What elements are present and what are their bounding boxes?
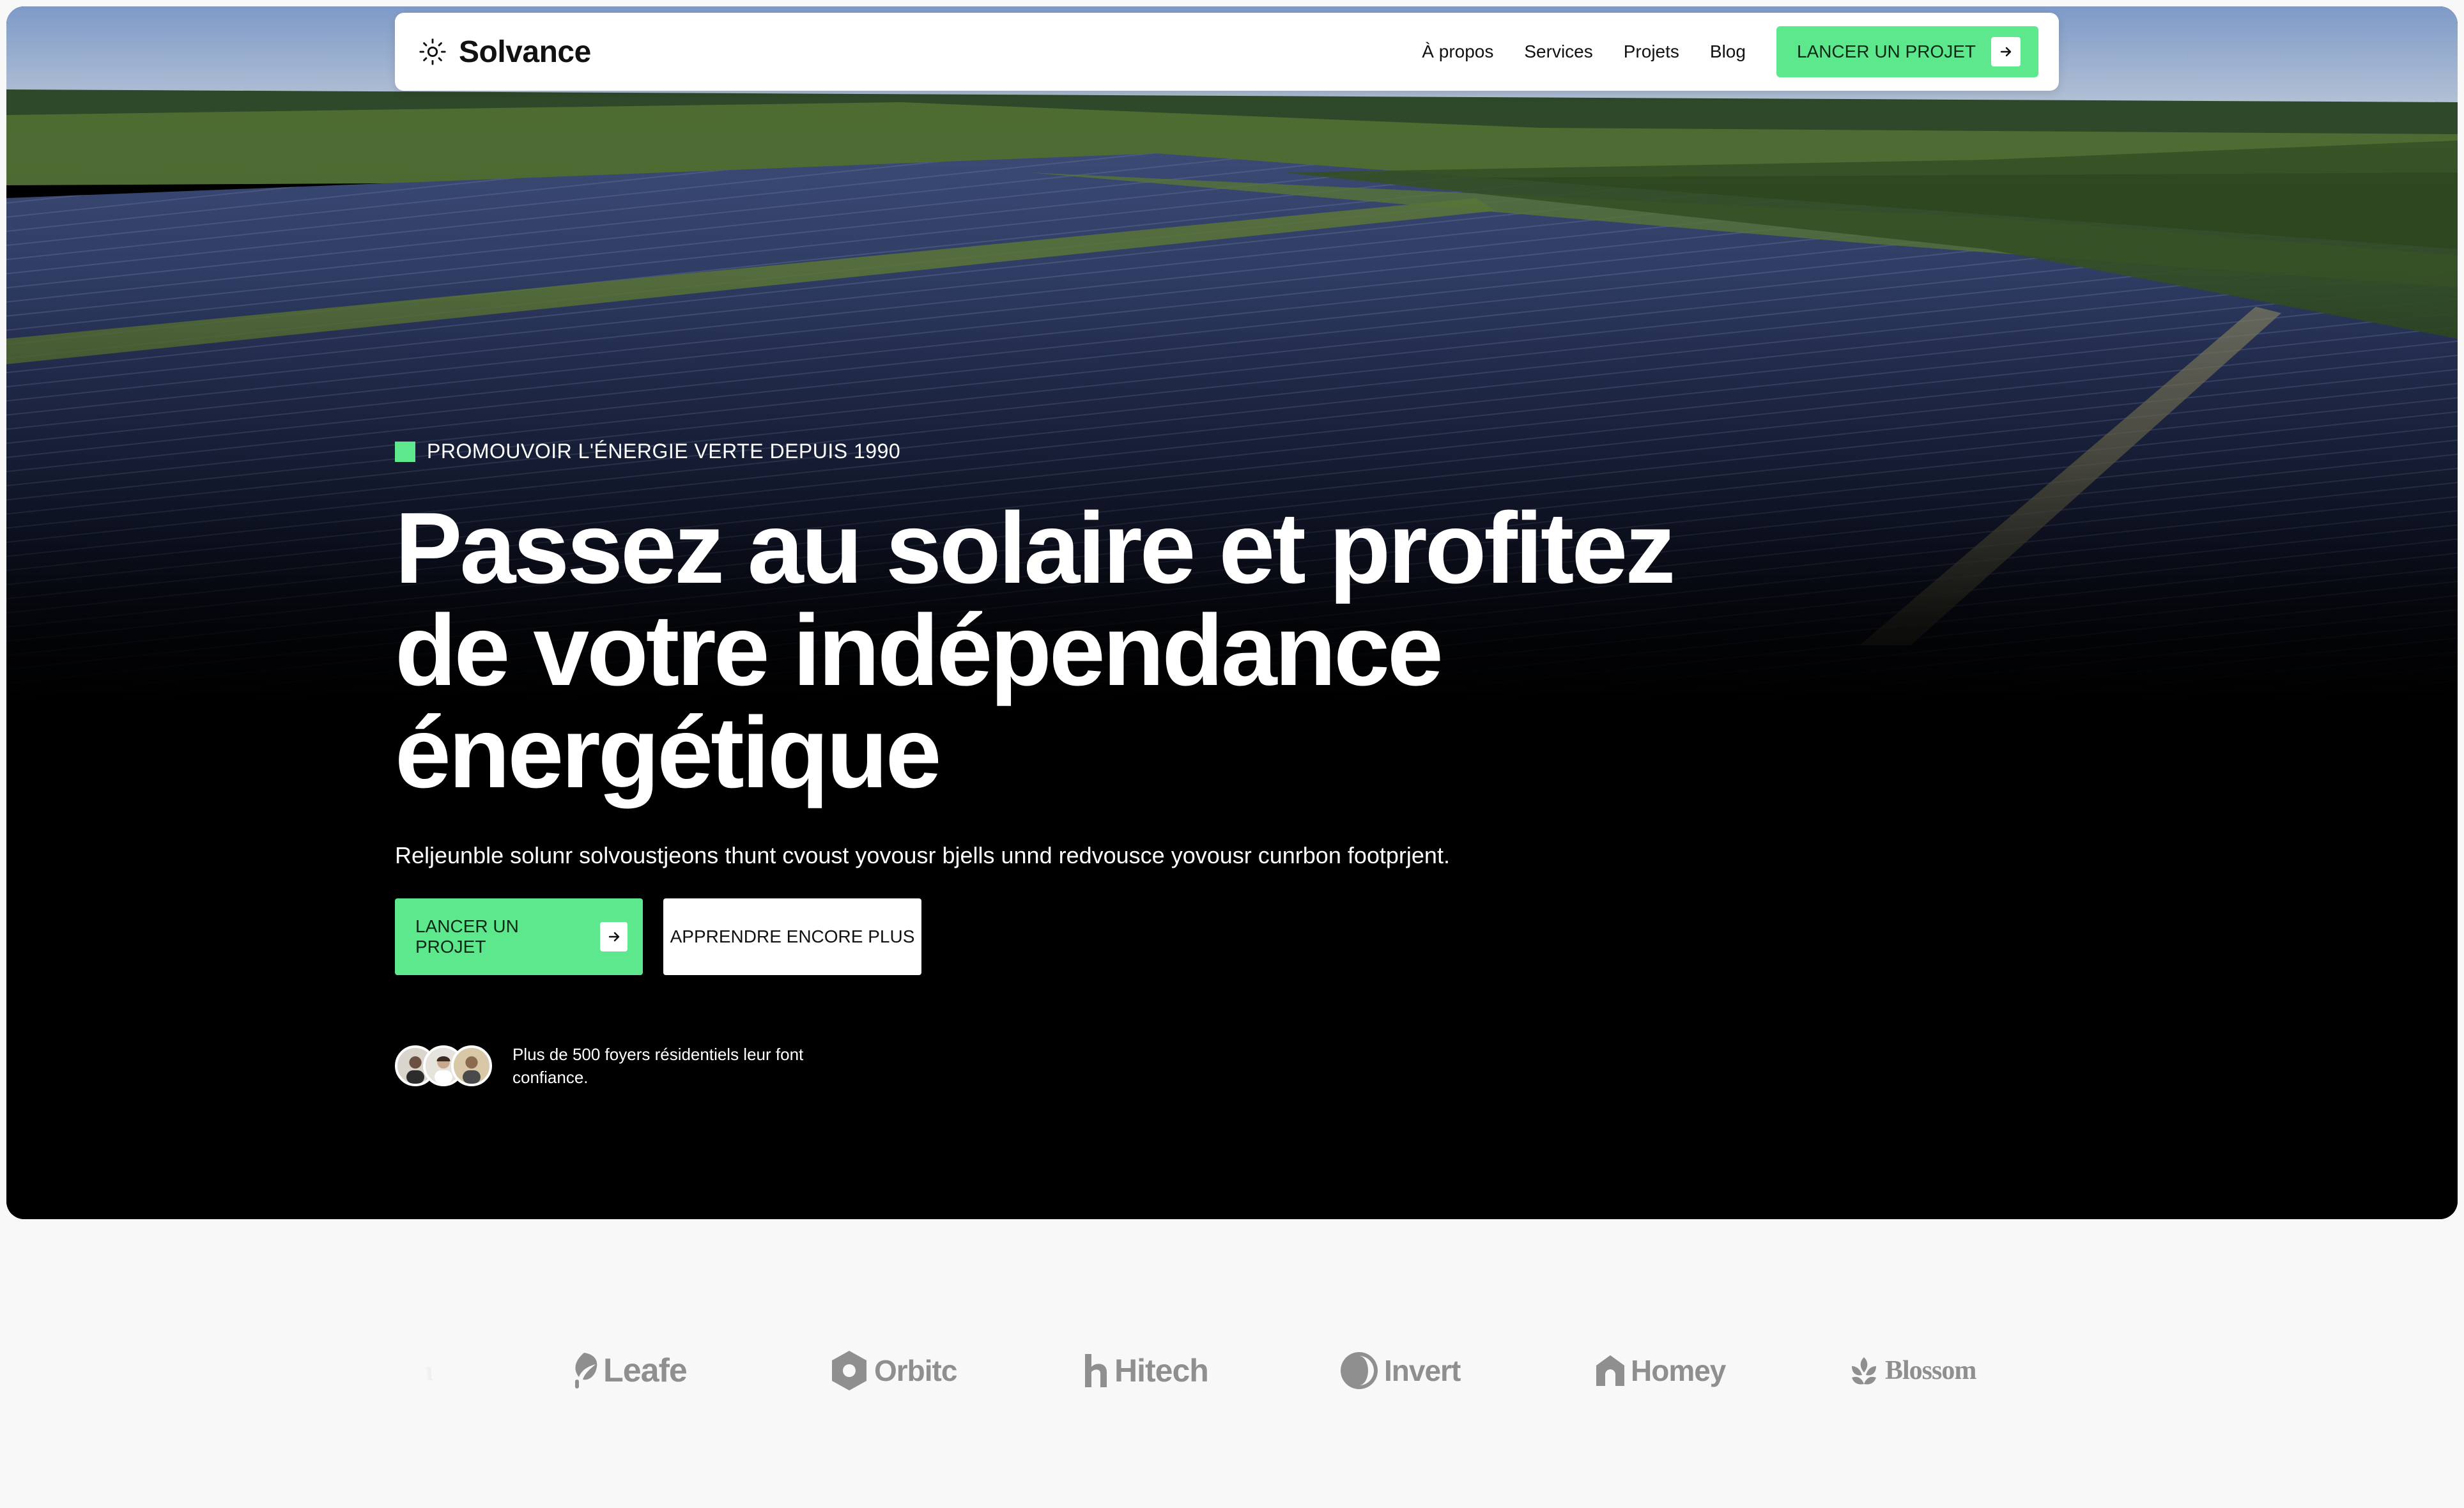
headline-line-3: énergétique	[395, 696, 942, 809]
logo-name: Invert	[1384, 1354, 1461, 1387]
partner-logos: om Leafe Orbitc Hitech Invert Homey Blos…	[396, 1342, 2070, 1399]
home-icon	[1596, 1355, 1624, 1386]
avatar-group	[395, 1045, 492, 1086]
nav-link-a-propos[interactable]: À propos	[1422, 42, 1493, 62]
headline-line-1: Passez au solaire et profitez	[395, 492, 1675, 604]
leaf-icon	[575, 1353, 597, 1389]
learn-more-button[interactable]: APPRENDRE ENCORE PLUS	[663, 898, 921, 975]
logo-orbitc: Orbitc	[829, 1342, 957, 1399]
logo-leafe: Leafe	[570, 1342, 688, 1399]
logo-strip-fade	[396, 1342, 524, 1399]
logo-name: Homey	[1631, 1354, 1726, 1387]
logo-name: Leafe	[603, 1352, 688, 1389]
orbit-icon	[832, 1351, 866, 1390]
hero-eyebrow: PROMOUVOIR L'ÉNERGIE VERTE DEPUIS 1990	[395, 440, 900, 463]
headline-line-2: de votre indépendance	[395, 594, 1444, 707]
arrow-right-icon	[1991, 37, 2021, 66]
logo-invert: Invert	[1339, 1342, 1461, 1399]
hitech-icon	[1085, 1354, 1107, 1387]
logo-hitech: Hitech	[1084, 1342, 1209, 1399]
avatar	[451, 1045, 492, 1086]
eyebrow-text: PROMOUVOIR L'ÉNERGIE VERTE DEPUIS 1990	[427, 440, 901, 463]
arrow-right-icon	[600, 922, 628, 951]
trust-indicator: Plus de 500 foyers résidentiels leur fon…	[395, 1043, 819, 1089]
launch-project-button[interactable]: LANCER UN PROJET	[395, 898, 643, 975]
learn-more-label: APPRENDRE ENCORE PLUS	[670, 927, 915, 946]
invert-icon	[1341, 1352, 1378, 1389]
logo-homey: Homey	[1595, 1342, 1726, 1399]
trust-text: Plus de 500 foyers résidentiels leur fon…	[512, 1045, 804, 1087]
logo-name: Hitech	[1114, 1353, 1209, 1389]
nav-cta-button[interactable]: LANCER UN PROJET	[1776, 26, 2038, 77]
nav-link-blog[interactable]: Blog	[1710, 42, 1746, 62]
top-navigation: Solvance À propos Services Projets Blog …	[395, 13, 2059, 91]
brand-name: Solvance	[459, 35, 591, 69]
brand-logo[interactable]: Solvance	[418, 35, 591, 70]
hero-subtext: Reljeunble solunr solvoustjeons thunt cv…	[395, 842, 1450, 868]
nav-links: À propos Services Projets Blog LANCER UN…	[1422, 26, 2038, 77]
nav-link-projets[interactable]: Projets	[1624, 42, 1679, 62]
nav-cta-label: LANCER UN PROJET	[1796, 42, 1976, 61]
launch-project-label: LANCER UN PROJET	[415, 916, 519, 957]
logo-blossom: Blossom	[1848, 1342, 1976, 1399]
nav-link-services[interactable]: Services	[1524, 42, 1592, 62]
sun-icon	[419, 38, 446, 65]
logo-name: Orbitc	[874, 1354, 957, 1387]
blossom-icon	[1852, 1357, 1876, 1385]
logo-name: Blossom	[1885, 1356, 1976, 1385]
hero-headline: Passez au solaire et profitez de votre i…	[395, 497, 1801, 804]
eyebrow-square-icon	[395, 441, 415, 462]
